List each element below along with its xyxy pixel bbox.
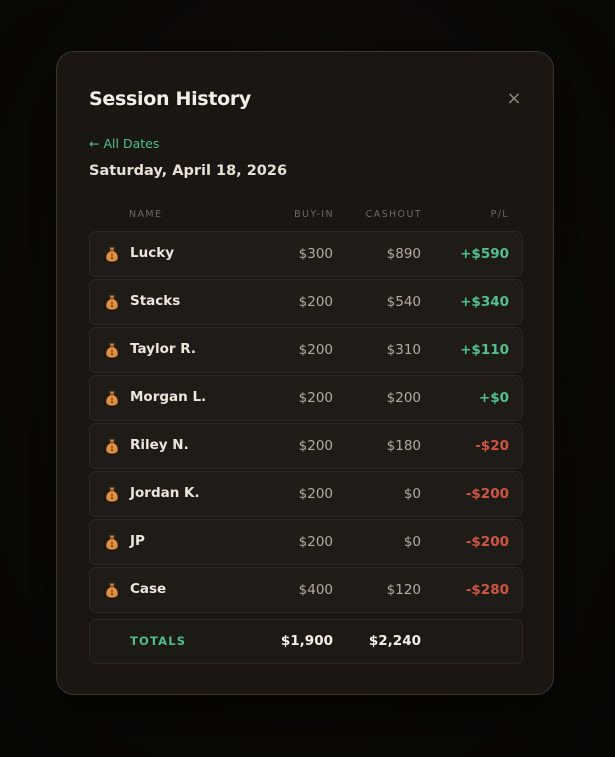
close-icon[interactable]: × — [505, 90, 523, 108]
player-cashout: $180 — [386, 438, 421, 454]
player-pl: +$340 — [460, 294, 509, 310]
totals-cashout: $2,240 — [368, 633, 421, 649]
player-buyin: $300 — [298, 246, 333, 262]
totals-buyin: $1,900 — [280, 633, 333, 649]
player-cashout: $0 — [403, 534, 421, 550]
table-row[interactable]: Morgan L. $200 $200 +$0 — [89, 375, 523, 421]
header-name: NAME — [129, 209, 163, 220]
player-pl: -$280 — [465, 582, 509, 598]
player-cashout: $540 — [386, 294, 421, 310]
player-pl: -$200 — [465, 534, 509, 550]
player-buyin: $200 — [298, 390, 333, 406]
player-cashout: $200 — [386, 390, 421, 406]
all-dates-link[interactable]: ← All Dates — [89, 136, 159, 151]
player-name: Lucky — [130, 245, 174, 261]
player-cashout: $0 — [403, 486, 421, 502]
totals-label: TOTALS — [130, 634, 187, 648]
modal-title: Session History — [89, 88, 252, 110]
player-rows: Lucky $300 $890 +$590 Stacks $200 $540 +$340 Tay… — [89, 231, 523, 615]
totals-row: TOTALS $1,900 $2,240 — [89, 619, 523, 664]
header-buyin: BUY-IN — [294, 209, 334, 220]
money-bag-icon — [105, 294, 119, 310]
money-bag-icon — [105, 342, 119, 358]
table-row[interactable]: Jordan K. $200 $0 -$200 — [89, 471, 523, 517]
player-name: Riley N. — [130, 437, 189, 453]
player-pl: +$110 — [460, 342, 509, 358]
player-name: Case — [130, 581, 167, 597]
player-name: Stacks — [130, 293, 181, 309]
player-name: Jordan K. — [130, 485, 200, 501]
header-pl: P/L — [490, 209, 509, 220]
player-buyin: $400 — [298, 582, 333, 598]
arrow-left-icon: ← — [89, 136, 100, 151]
table-row[interactable]: JP $200 $0 -$200 — [89, 519, 523, 565]
player-pl: +$0 — [478, 390, 509, 406]
table-row[interactable]: Case $400 $120 -$280 — [89, 567, 523, 613]
player-cashout: $120 — [386, 582, 421, 598]
table-row[interactable]: Lucky $300 $890 +$590 — [89, 231, 523, 277]
session-history-modal: Session History × ← All Dates Saturday, A… — [56, 51, 554, 695]
money-bag-icon — [105, 582, 119, 598]
player-pl: +$590 — [460, 246, 509, 262]
player-buyin: $200 — [298, 342, 333, 358]
player-buyin: $200 — [298, 486, 333, 502]
money-bag-icon — [105, 390, 119, 406]
all-dates-label: All Dates — [103, 136, 160, 151]
money-bag-icon — [105, 246, 119, 262]
table-row[interactable]: Taylor R. $200 $310 +$110 — [89, 327, 523, 373]
table-header: NAME BUY-IN CASHOUT P/L — [89, 209, 523, 223]
player-buyin: $200 — [298, 534, 333, 550]
player-buyin: $200 — [298, 438, 333, 454]
money-bag-icon — [105, 534, 119, 550]
table-row[interactable]: Riley N. $200 $180 -$20 — [89, 423, 523, 469]
money-bag-icon — [105, 486, 119, 502]
player-pl: -$200 — [465, 486, 509, 502]
player-cashout: $890 — [386, 246, 421, 262]
table-row[interactable]: Stacks $200 $540 +$340 — [89, 279, 523, 325]
player-name: Morgan L. — [130, 389, 207, 405]
player-buyin: $200 — [298, 294, 333, 310]
player-name: Taylor R. — [130, 341, 196, 357]
player-pl: -$20 — [475, 438, 509, 454]
money-bag-icon — [105, 438, 119, 454]
player-name: JP — [130, 533, 145, 549]
header-cashout: CASHOUT — [365, 209, 422, 220]
player-cashout: $310 — [386, 342, 421, 358]
session-date: Saturday, April 18, 2026 — [89, 163, 288, 179]
